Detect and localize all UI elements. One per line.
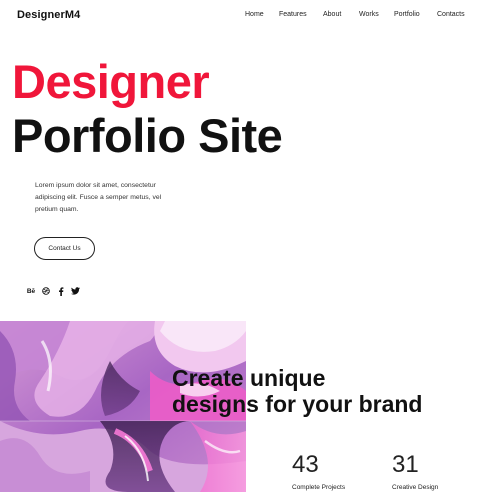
behance-icon[interactable]: Bē <box>26 285 36 297</box>
stat-creative-design: 31 Creative Design <box>392 451 439 492</box>
nav-link-portfolio[interactable]: Portfolio <box>394 11 420 18</box>
promo-tagline-line1: Create unique <box>172 365 326 391</box>
stat-value: 43 <box>292 451 319 478</box>
nav-link-features[interactable]: Features <box>279 11 307 18</box>
twitter-icon[interactable] <box>70 285 80 297</box>
facebook-icon[interactable] <box>56 285 66 297</box>
promo-tagline: Create unique designs for your brand <box>172 365 422 417</box>
nav-link-home[interactable]: Home <box>245 11 264 18</box>
hero-title-line2: Porfolio Site <box>12 109 283 162</box>
dribbble-icon[interactable] <box>41 285 51 297</box>
main-nav: Home Features About Works Portfolio Cont… <box>0 11 492 23</box>
stat-value: 31 <box>392 451 419 478</box>
stat-label: Complete Projects <box>292 484 346 491</box>
contact-us-button[interactable]: Contact Us <box>34 237 95 260</box>
hero-description: Lorem ipsum dolor sit amet, consectetur … <box>35 182 162 213</box>
nav-link-contacts[interactable]: Contacts <box>437 11 465 18</box>
stat-label: Creative Design <box>392 484 439 491</box>
promo-tagline-line2: designs for your brand <box>172 391 423 417</box>
nav-link-works[interactable]: Works <box>359 11 379 18</box>
site-header: DesignerM4 Home Features About Works Por… <box>0 0 492 32</box>
stat-complete-projects: 43 Complete Projects <box>292 451 346 492</box>
hero-title-line1: Designer <box>12 55 210 108</box>
nav-link-about[interactable]: About <box>323 11 341 18</box>
